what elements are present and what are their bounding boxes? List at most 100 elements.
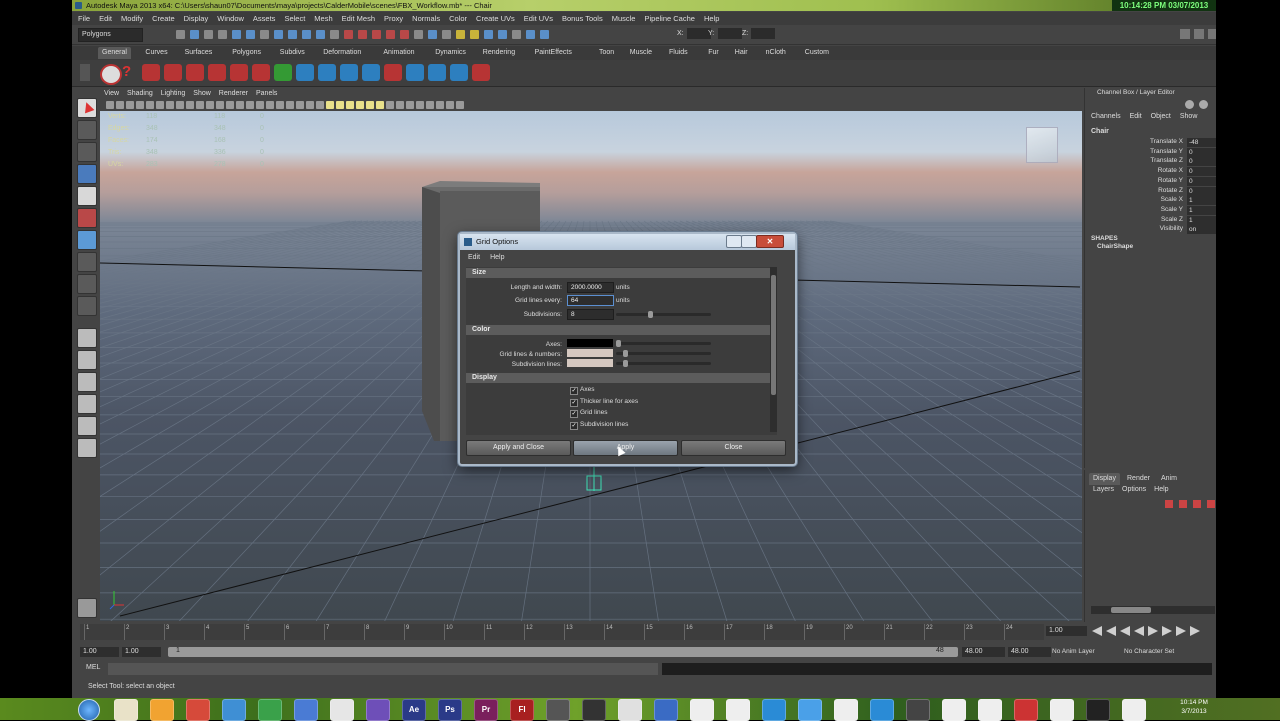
axes-color-knob[interactable] [616, 340, 621, 347]
shelf-tab-animation[interactable]: Animation [379, 47, 418, 59]
layer-tab-render[interactable]: Render [1123, 473, 1154, 485]
taskbar-app-icon-26[interactable] [1014, 699, 1038, 721]
menu-help[interactable]: Help [704, 12, 719, 25]
status-icon-20[interactable] [442, 30, 451, 39]
taskbar-app-icon-7[interactable] [330, 699, 354, 721]
menu-normals[interactable]: Normals [412, 12, 440, 25]
panel-toolbar-icon-32[interactable] [416, 101, 424, 109]
status-icon-7[interactable] [260, 30, 269, 39]
taskbar-app-icon-19[interactable] [762, 699, 786, 721]
status-icon-26[interactable] [526, 30, 535, 39]
channel-menu-edit[interactable]: Edit [1130, 113, 1142, 120]
channel-row-translate-x[interactable]: Translate X -48 [1085, 138, 1216, 147]
chair-side-face[interactable] [422, 187, 440, 441]
layer-menu-options[interactable]: Options [1122, 486, 1146, 493]
attribute-editor-toggle-icon[interactable] [1194, 29, 1204, 39]
checkbox-row-subdivision-lines[interactable]: ✓ Subdivision lines [570, 421, 730, 431]
character-set-select[interactable]: No Character Set [1124, 647, 1208, 657]
status-icon-9[interactable] [288, 30, 297, 39]
status-icon-11[interactable] [316, 30, 325, 39]
panel-toolbar-icon-24[interactable] [336, 101, 344, 109]
menu-edit-uvs[interactable]: Edit UVs [524, 12, 553, 25]
panel-toolbar-icon-21[interactable] [306, 101, 314, 109]
menu-mesh[interactable]: Mesh [314, 12, 332, 25]
status-icon-27[interactable] [540, 30, 549, 39]
shelf-tool-icon-4[interactable] [208, 64, 226, 81]
status-icon-18[interactable] [414, 30, 423, 39]
channel-box-toggle-a-icon[interactable] [1185, 100, 1194, 109]
grid-lines-color-knob[interactable] [623, 350, 628, 357]
menu-modify[interactable]: Modify [121, 12, 143, 25]
status-icon-3[interactable] [204, 30, 213, 39]
panel-toolbar-icon-16[interactable] [256, 101, 264, 109]
panel-toolbar-icon-13[interactable] [226, 101, 234, 109]
shelf-tab-surfaces[interactable]: Surfaces [181, 47, 217, 59]
panel-menu-show[interactable]: Show [193, 88, 211, 99]
mel-label[interactable]: MEL [86, 664, 100, 671]
panel-toolbar-icon-4[interactable] [136, 101, 144, 109]
shelf-tool-icon-2[interactable] [164, 64, 182, 81]
channel-box-toggle-b-icon[interactable] [1199, 100, 1208, 109]
shelf-tool-icon-10[interactable] [340, 64, 358, 81]
channel-row-translate-y[interactable]: Translate Y 0 [1085, 147, 1216, 157]
axes-color-swatch[interactable] [567, 339, 613, 347]
checkbox-axes[interactable]: ✓ [570, 387, 578, 395]
display-section-header[interactable]: Display [466, 373, 777, 383]
panel-toolbar-icon-26[interactable] [356, 101, 364, 109]
shelf-tool-icon-9[interactable] [318, 64, 336, 81]
menu-color[interactable]: Color [449, 12, 467, 25]
anim-layer-select[interactable]: No Anim Layer [1052, 647, 1118, 657]
channel-value[interactable]: 1 [1187, 196, 1216, 206]
panel-toolbar-icon-10[interactable] [196, 101, 204, 109]
menu-window[interactable]: Window [217, 12, 244, 25]
shelf-tab-deformation[interactable]: Deformation [319, 47, 365, 59]
channel-row-rotate-x[interactable]: Rotate X 0 [1085, 167, 1216, 177]
menu-display[interactable]: Display [184, 12, 209, 25]
apply-button[interactable]: Apply [573, 440, 678, 456]
taskbar-app-icon-2[interactable] [150, 699, 174, 721]
step-forward-key-icon[interactable] [1176, 626, 1186, 636]
shelf-menu-icon[interactable] [80, 64, 90, 81]
panel-toolbar-icon-36[interactable] [456, 101, 464, 109]
panel-menu-lighting[interactable]: Lighting [161, 88, 186, 99]
channel-menu-show[interactable]: Show [1180, 113, 1198, 120]
panel-toolbar-icon-20[interactable] [296, 101, 304, 109]
layer-tab-display[interactable]: Display [1089, 473, 1120, 485]
y-field[interactable] [718, 28, 742, 39]
panel-toolbar-icon-27[interactable] [366, 101, 374, 109]
channel-value[interactable]: on [1187, 225, 1216, 235]
shelf-tool-icon-12[interactable] [384, 64, 402, 81]
status-icon-15[interactable] [372, 30, 381, 39]
command-input[interactable] [108, 663, 658, 675]
shelf-tab-muscle[interactable]: Muscle [626, 47, 656, 59]
panel-toolbar-icon-9[interactable] [186, 101, 194, 109]
status-icon-8[interactable] [274, 30, 283, 39]
new-layer-icon[interactable] [1165, 500, 1173, 508]
menu-assets[interactable]: Assets [253, 12, 276, 25]
panel-toolbar-icon-11[interactable] [206, 101, 214, 109]
taskbar-app-icon-12[interactable]: Fl [510, 699, 534, 721]
show-manip-icon[interactable] [77, 274, 97, 294]
panel-toolbar-icon-7[interactable] [166, 101, 174, 109]
taskbar-app-icon-5[interactable] [258, 699, 282, 721]
scale-tool-icon[interactable] [77, 208, 97, 228]
apply-and-close-button[interactable]: Apply and Close [466, 440, 571, 456]
panel-toolbar-icon-30[interactable] [396, 101, 404, 109]
panel-menu-renderer[interactable]: Renderer [219, 88, 248, 99]
axes-color-slider[interactable] [616, 342, 711, 345]
anim-end-field[interactable]: 48.00 [1008, 647, 1051, 657]
subdivisions-slider[interactable] [616, 313, 711, 316]
status-icon-12[interactable] [330, 30, 339, 39]
taskbar-app-icon-20[interactable] [798, 699, 822, 721]
channel-row-rotate-y[interactable]: Rotate Y 0 [1085, 176, 1216, 186]
grid-lines-color-slider[interactable] [616, 352, 711, 355]
lasso-tool-icon[interactable] [77, 120, 97, 140]
panel-toolbar-icon-6[interactable] [156, 101, 164, 109]
shelf-tool-icon-13[interactable] [406, 64, 424, 81]
dialog-menu-edit[interactable]: Edit [468, 252, 480, 264]
taskbar-app-icon-23[interactable] [906, 699, 930, 721]
status-icon-14[interactable] [358, 30, 367, 39]
channel-value[interactable]: -48 [1187, 138, 1216, 147]
taskbar-app-icon-25[interactable] [978, 699, 1002, 721]
universal-manip-icon[interactable] [77, 230, 97, 250]
